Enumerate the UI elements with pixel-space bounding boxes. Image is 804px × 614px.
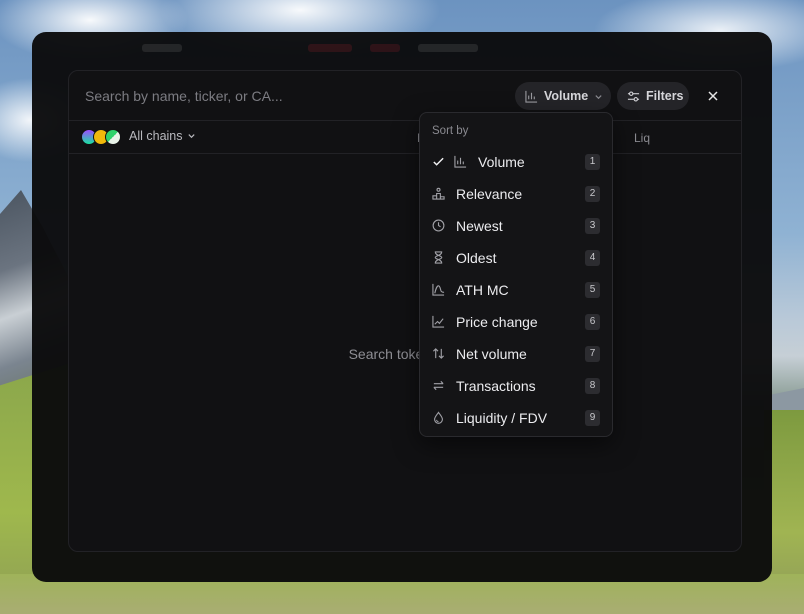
filter-row: All chains M Liq	[69, 121, 741, 154]
empty-state-text: Search tokens acr	[348, 346, 462, 362]
sort-option-label: Liquidity / FDV	[456, 410, 548, 426]
sort-option-oldest[interactable]: Oldest 4	[420, 242, 612, 274]
sort-option-label: Relevance	[456, 186, 523, 202]
shortcut-key: 3	[585, 218, 600, 234]
sort-volume-button[interactable]: Volume	[515, 82, 611, 110]
shortcut-key: 7	[585, 346, 600, 362]
peak-chart-icon	[432, 283, 446, 297]
search-row: Volume Filters	[69, 71, 741, 121]
chain-selector[interactable]: All chains	[129, 129, 196, 143]
bar-chart-icon	[454, 155, 468, 169]
sort-option-label: Net volume	[456, 346, 527, 362]
sliders-icon	[627, 90, 640, 103]
bar-chart-icon	[525, 90, 538, 103]
transfer-arrows-icon	[432, 379, 446, 393]
checkmark-icon	[432, 155, 446, 169]
shortcut-key: 5	[585, 282, 600, 298]
sort-dropdown: Sort by Volume 1 Relevance 2 Newest 3 Ol…	[419, 112, 613, 437]
shortcut-key: 2	[585, 186, 600, 202]
droplet-icon	[432, 411, 446, 425]
shortcut-key: 9	[585, 410, 600, 426]
chevron-down-icon	[187, 129, 196, 143]
podium-icon	[432, 187, 446, 201]
pump-chain-icon	[105, 129, 121, 145]
sort-option-label: Transactions	[456, 378, 536, 394]
sort-option-volume[interactable]: Volume 1	[420, 146, 612, 178]
dropdown-title: Sort by	[432, 125, 469, 137]
line-chart-icon	[432, 315, 446, 329]
chevron-down-icon	[594, 92, 603, 101]
background-toolbar	[142, 38, 478, 58]
sort-option-liquidity-fdv[interactable]: Liquidity / FDV 9	[420, 402, 612, 434]
chain-icons	[81, 129, 121, 145]
filters-button[interactable]: Filters	[617, 82, 689, 110]
close-icon	[708, 88, 718, 104]
shortcut-key: 6	[585, 314, 600, 330]
shortcut-key: 1	[585, 154, 600, 170]
sort-option-label: Oldest	[456, 250, 497, 266]
shortcut-key: 4	[585, 250, 600, 266]
clock-icon	[432, 219, 446, 233]
chain-selector-label: All chains	[129, 129, 183, 143]
sort-option-ath-mc[interactable]: ATH MC 5	[420, 274, 612, 306]
hourglass-icon	[432, 251, 446, 265]
up-down-arrows-icon	[432, 347, 446, 361]
sort-option-net-volume[interactable]: Net volume 7	[420, 338, 612, 370]
sort-option-label: ATH MC	[456, 282, 509, 298]
sort-option-label: Volume	[478, 154, 525, 170]
search-input[interactable]	[85, 83, 485, 109]
shortcut-key: 8	[585, 378, 600, 394]
sort-option-label: Price change	[456, 314, 538, 330]
sort-volume-label: Volume	[544, 89, 589, 103]
filters-label: Filters	[646, 89, 684, 103]
close-button[interactable]	[701, 84, 725, 108]
sort-option-transactions[interactable]: Transactions 8	[420, 370, 612, 402]
sort-option-price-change[interactable]: Price change 6	[420, 306, 612, 338]
sort-option-newest[interactable]: Newest 3	[420, 210, 612, 242]
column-header-liq[interactable]: Liq	[634, 131, 650, 145]
sort-option-relevance[interactable]: Relevance 2	[420, 178, 612, 210]
token-search-modal: Volume Filters	[68, 70, 742, 552]
sort-option-label: Newest	[456, 218, 503, 234]
